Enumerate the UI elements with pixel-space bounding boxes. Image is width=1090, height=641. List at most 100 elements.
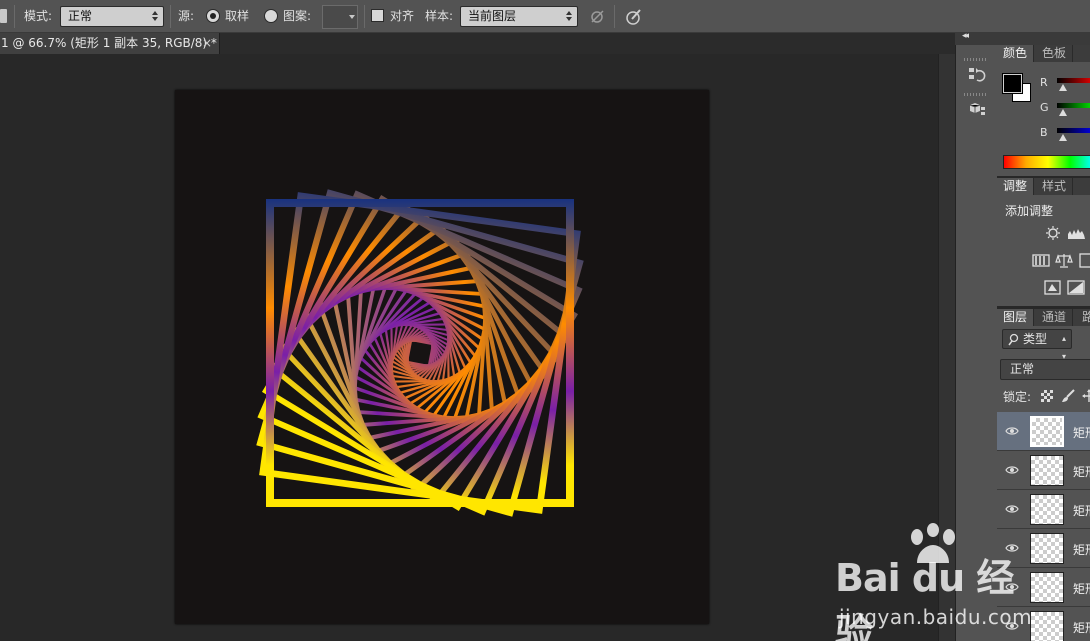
- lock-label: 锁定:: [1003, 390, 1032, 404]
- document-tab[interactable]: 1 @ 66.7% (矩形 1 副本 35, RGB/8) * ×: [0, 33, 220, 54]
- lock-image-pixels-brush-icon[interactable]: [1061, 389, 1075, 403]
- aligned-checkbox[interactable]: [371, 9, 384, 22]
- layer-name[interactable]: 矩形: [1073, 541, 1090, 558]
- tab-layers[interactable]: 图层: [997, 309, 1035, 326]
- eye-visibility-icon[interactable]: [1005, 542, 1019, 552]
- document-tab-bar: 1 @ 66.7% (矩形 1 副本 35, RGB/8) * ×: [0, 33, 955, 54]
- blue-channel-label: B: [1040, 126, 1048, 139]
- spiral-square: [349, 282, 491, 424]
- eye-visibility-icon[interactable]: [1005, 503, 1019, 513]
- tab-styles[interactable]: 样式: [1036, 178, 1074, 195]
- eye-visibility-icon[interactable]: [1005, 425, 1019, 435]
- layer-row[interactable]: 矩形: [997, 529, 1090, 568]
- brightness-contrast-icon[interactable]: [1044, 225, 1063, 242]
- gradient-map-icon[interactable]: [1067, 279, 1086, 296]
- blue-slider[interactable]: [1057, 128, 1090, 133]
- dropdown-arrows-icon: [152, 9, 159, 23]
- layer-thumbnail[interactable]: [1030, 455, 1064, 486]
- history-icon[interactable]: [966, 65, 988, 85]
- source-pattern-radio[interactable]: [264, 9, 278, 23]
- spiral-square: [371, 304, 469, 402]
- layer-thumbnail[interactable]: [1030, 572, 1064, 603]
- tab-adjustments[interactable]: 调整: [997, 178, 1035, 195]
- green-slider-thumb[interactable]: [1059, 109, 1067, 116]
- eye-visibility-icon[interactable]: [1005, 464, 1019, 474]
- black-white-icon[interactable]: [1079, 252, 1090, 269]
- document-tab-title: 1 @ 66.7% (矩形 1 副本 35, RGB/8) *: [1, 36, 217, 50]
- layer-row[interactable]: 矩形: [997, 490, 1090, 529]
- spiral-square: [303, 236, 537, 470]
- ignore-adjustment-layers-icon[interactable]: [588, 7, 608, 27]
- dock-grip[interactable]: [964, 58, 988, 61]
- layer-name[interactable]: 矩形: [1073, 580, 1090, 597]
- separator: [614, 5, 615, 28]
- tab-color[interactable]: 颜色: [997, 45, 1035, 62]
- tab-paths[interactable]: 路: [1076, 309, 1090, 326]
- green-channel-label: G: [1040, 101, 1049, 114]
- source-sampled-label: 取样: [225, 9, 250, 23]
- source-label: 源:: [178, 9, 195, 23]
- layer-thumbnail[interactable]: [1030, 416, 1064, 447]
- spiral-square: [360, 293, 480, 413]
- layer-filter-dropdown[interactable]: 类型 ▴ ▾: [1002, 329, 1072, 361]
- layer-thumbnail[interactable]: [1030, 533, 1064, 564]
- spiral-square: [290, 223, 550, 483]
- spiral-square: [351, 284, 489, 422]
- pattern-picker[interactable]: [322, 5, 358, 29]
- add-adjustment-title: 添加调整: [1005, 204, 1054, 218]
- color-panel-tabs: 颜色 色板: [997, 45, 1090, 62]
- green-slider[interactable]: [1057, 103, 1090, 108]
- red-channel-label: R: [1040, 76, 1048, 89]
- pressure-size-icon[interactable]: [624, 7, 644, 27]
- layer-row[interactable]: 矩形: [997, 451, 1090, 490]
- mode-label: 模式:: [24, 9, 53, 23]
- red-slider[interactable]: [1057, 78, 1090, 83]
- color-balance-icon[interactable]: [1055, 252, 1074, 269]
- adjustments-panel-tabs: 调整 样式: [997, 178, 1090, 195]
- canvas-workspace[interactable]: [0, 54, 938, 641]
- layer-thumbnail[interactable]: [1030, 494, 1064, 525]
- lock-transparent-pixels-icon[interactable]: [1040, 389, 1054, 403]
- red-slider-thumb[interactable]: [1059, 84, 1067, 91]
- spiral-square: [405, 338, 435, 368]
- layer-row[interactable]: 矩形: [997, 412, 1090, 451]
- adjustments-panel: 调整 样式 添加调整: [997, 178, 1090, 306]
- tab-swatches[interactable]: 色板: [1036, 45, 1074, 62]
- eye-visibility-icon[interactable]: [1005, 581, 1019, 591]
- layer-filter-value: 类型: [1023, 332, 1048, 346]
- close-tab-icon[interactable]: ×: [202, 33, 212, 54]
- exposure-icon[interactable]: [1032, 252, 1051, 269]
- blend-mode-dropdown[interactable]: 正常: [1000, 359, 1090, 380]
- separator: [364, 5, 365, 28]
- blue-slider-thumb[interactable]: [1059, 134, 1067, 141]
- levels-icon[interactable]: [1067, 225, 1086, 242]
- dock-grip[interactable]: [964, 93, 988, 96]
- vertical-scrollbar[interactable]: [938, 54, 955, 641]
- layer-name[interactable]: 矩形: [1073, 619, 1090, 636]
- sample-dropdown[interactable]: 当前图层: [460, 6, 578, 27]
- source-sampled-radio[interactable]: [206, 9, 220, 23]
- tab-channels[interactable]: 通道: [1036, 309, 1074, 326]
- spiral-square: [349, 282, 491, 424]
- foreground-color-swatch[interactable]: [1002, 73, 1023, 94]
- document-canvas[interactable]: [175, 90, 709, 624]
- layer-name[interactable]: 矩形: [1073, 502, 1090, 519]
- layer-name[interactable]: 矩形: [1073, 424, 1090, 441]
- layer-row[interactable]: 矩形: [997, 568, 1090, 607]
- dock-collapse-bar[interactable]: ◂◂: [955, 31, 1090, 45]
- eye-visibility-icon[interactable]: [1005, 620, 1019, 630]
- source-pattern-label: 图案:: [283, 9, 312, 23]
- collapse-icon[interactable]: ◂◂: [962, 31, 969, 41]
- mode-dropdown[interactable]: 正常: [60, 6, 164, 27]
- tool-preset-picker[interactable]: [0, 9, 7, 23]
- 3d-icon[interactable]: [966, 100, 988, 120]
- layer-row[interactable]: 矩形: [997, 607, 1090, 641]
- color-spectrum-bar[interactable]: [1003, 155, 1090, 169]
- layer-thumbnail[interactable]: [1030, 611, 1064, 641]
- invert-icon[interactable]: [1044, 279, 1063, 296]
- aligned-label: 对齐: [390, 9, 415, 23]
- search-icon: [1008, 332, 1020, 351]
- dropdown-arrows-icon: [566, 9, 573, 23]
- layer-name[interactable]: 矩形: [1073, 463, 1090, 480]
- lock-position-icon[interactable]: [1082, 389, 1090, 403]
